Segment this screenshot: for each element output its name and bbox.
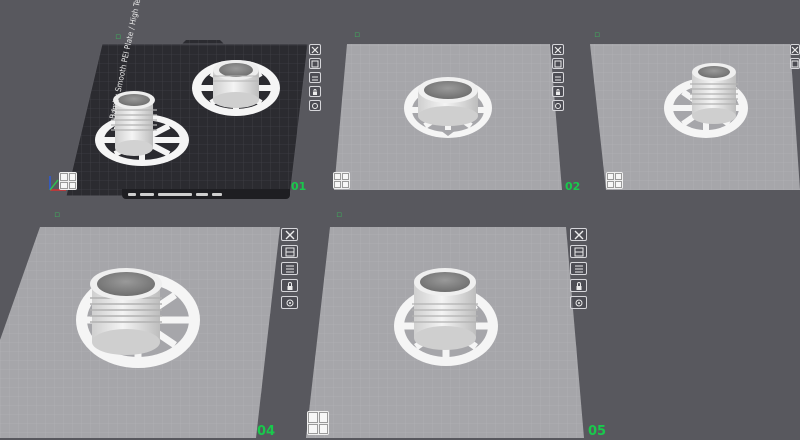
close-icon[interactable] [309,44,321,55]
plate-4-number: 04 [257,424,276,439]
orient-icon[interactable] [309,72,321,83]
settings-icon[interactable] [281,296,298,309]
lock-icon[interactable] [570,279,587,292]
orient-icon[interactable] [570,262,587,275]
lock-icon[interactable] [281,279,298,292]
lock-icon[interactable] [309,86,321,97]
settings-icon[interactable] [552,100,564,111]
plate-1-toolbar [309,44,321,111]
plate-1-plate-type-icon[interactable] [59,172,77,190]
plate-5-plate-type-icon[interactable] [307,411,329,435]
plate-1-footer [122,189,290,199]
plate-5-number: 05 [588,424,607,439]
plate-1-number: 01 [291,180,307,193]
arrange-icon[interactable] [309,58,321,69]
plate-1[interactable] [49,40,309,197]
arrange-icon[interactable] [552,58,564,69]
arrange-icon[interactable] [281,245,298,258]
plate-1-status-icon: ▫ [115,32,122,42]
orient-icon[interactable] [281,262,298,275]
plate-3-status-icon: ▫ [594,30,601,40]
arrange-icon[interactable] [790,58,800,69]
plate-5-toolbar [570,228,587,309]
plate-3-plate-type-icon[interactable] [606,172,623,189]
close-icon[interactable] [281,228,298,241]
close-icon[interactable] [570,228,587,241]
plate-3-toolbar [790,44,800,69]
plate-4-status-icon: ▫ [54,210,61,220]
close-icon[interactable] [790,44,800,55]
plate-4-toolbar [281,228,298,309]
threaded-flange-model[interactable] [192,60,280,116]
plate-5-status-icon: ▫ [336,210,343,220]
settings-icon[interactable] [309,100,321,111]
plate-2-plate-type-icon[interactable] [333,172,350,189]
plate-2-toolbar [552,44,564,111]
plate-2-status-icon: ▫ [354,30,361,40]
arrange-icon[interactable] [570,245,587,258]
lock-icon[interactable] [552,86,564,97]
close-icon[interactable] [552,44,564,55]
orient-icon[interactable] [552,72,564,83]
plate-2-number: 02 [565,180,581,193]
settings-icon[interactable] [570,296,587,309]
